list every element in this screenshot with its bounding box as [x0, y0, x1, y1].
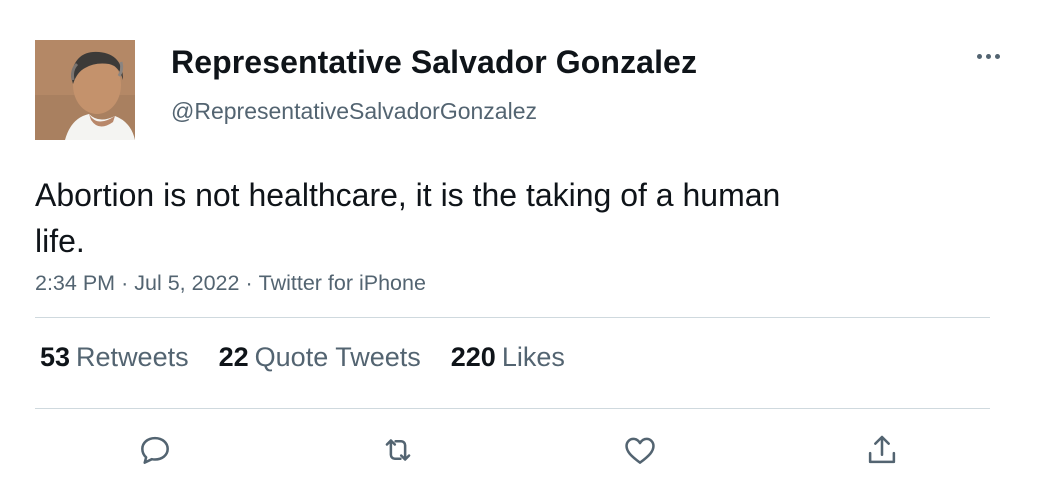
retweets-label: Retweets — [76, 342, 189, 372]
quote-tweets-stat[interactable]: 22 Quote Tweets — [219, 342, 421, 373]
user-handle[interactable]: @RepresentativeSalvadorGonzalez — [171, 98, 537, 125]
retweet-icon — [385, 439, 411, 461]
retweets-stat[interactable]: 53 Retweets — [40, 342, 189, 373]
retweets-count: 53 — [40, 342, 71, 372]
tweet-time[interactable]: 2:34 PM — [35, 271, 115, 295]
avatar-photo — [35, 40, 135, 140]
tweet-text: Abortion is not healthcare, it is the ta… — [35, 177, 781, 259]
quote-tweets-count: 22 — [218, 342, 249, 372]
display-name[interactable]: Representative Salvador Gonzalez — [171, 44, 697, 81]
more-dot — [976, 53, 982, 59]
tweet-meta: 2:34 PM · Jul 5, 2022 · Twitter for iPhone — [35, 271, 426, 296]
share-icon — [868, 435, 896, 464]
avatar[interactable] — [35, 40, 135, 140]
reply-button[interactable] — [133, 428, 177, 472]
more-dot — [985, 53, 991, 59]
quote-tweets-label: Quote Tweets — [254, 342, 421, 372]
share-button[interactable] — [860, 428, 904, 472]
likes-stat[interactable]: 220 Likes — [451, 342, 565, 373]
tweet-date[interactable]: Jul 5, 2022 — [134, 271, 239, 295]
like-icon — [625, 437, 655, 464]
retweet-button[interactable] — [376, 428, 420, 472]
meta-separator: · — [245, 271, 253, 295]
tweet-source[interactable]: Twitter for iPhone — [259, 271, 426, 295]
divider — [35, 317, 990, 318]
more-icon[interactable] — [972, 44, 1004, 68]
likes-label: Likes — [501, 342, 565, 372]
divider — [35, 408, 990, 409]
like-button[interactable] — [618, 428, 662, 472]
tweet-stats: 53 Retweets 22 Quote Tweets 220 Likes — [40, 342, 595, 373]
likes-count: 220 — [450, 342, 496, 372]
more-dot — [994, 53, 1000, 59]
reply-icon — [141, 436, 169, 464]
meta-separator: · — [121, 271, 129, 295]
